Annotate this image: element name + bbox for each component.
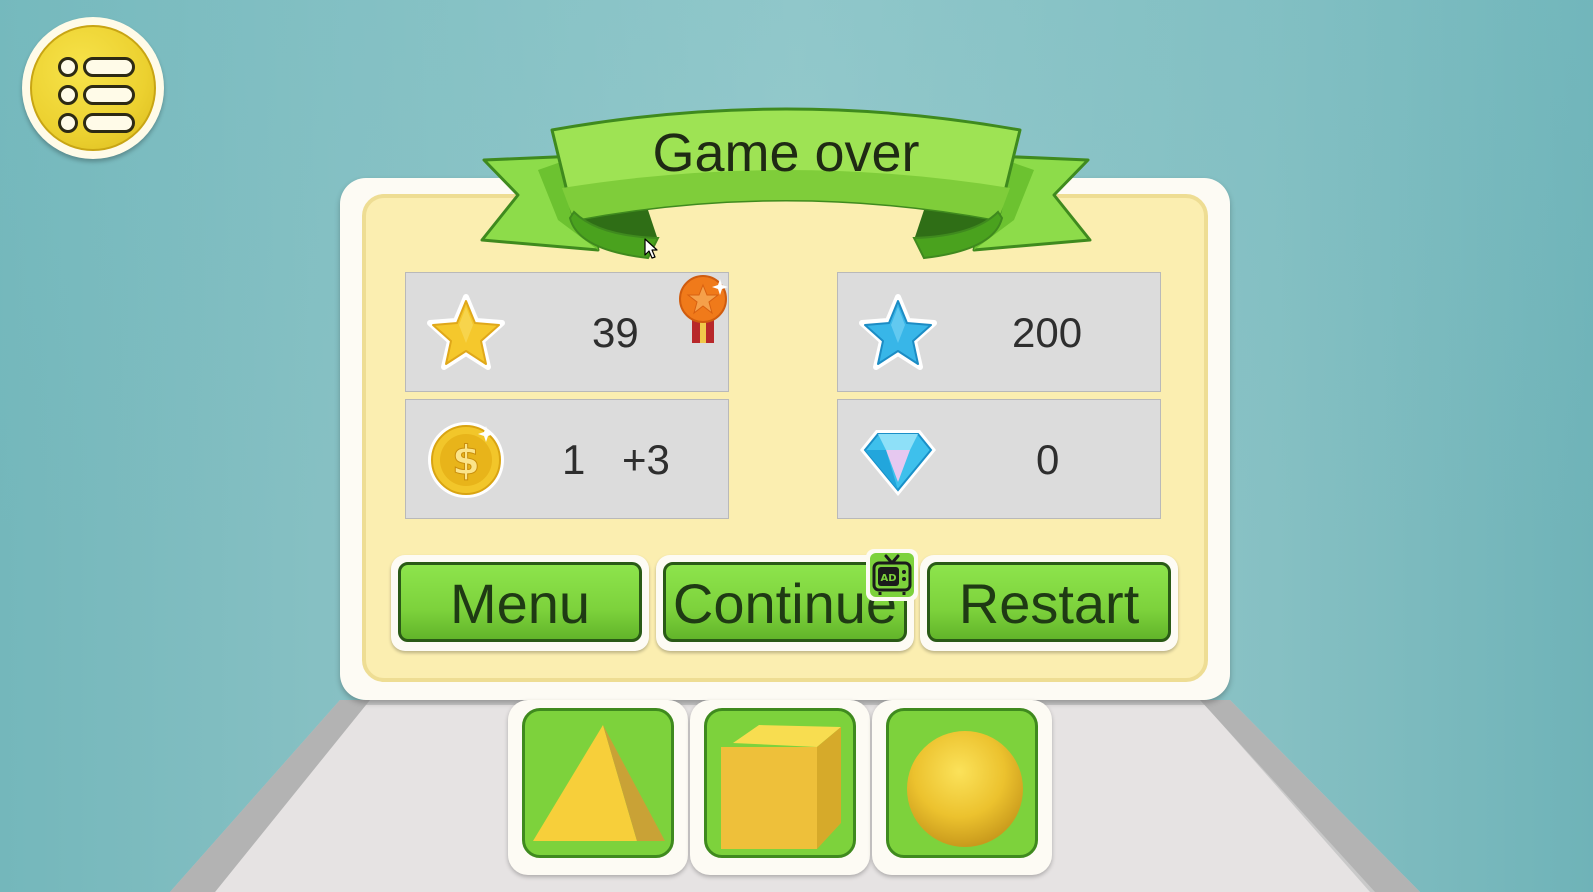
dollar-coin-icon: $ [428,422,504,498]
menu-button[interactable]: Menu [398,562,642,642]
blue-stars-stat-box: 200 [837,272,1161,392]
mouse-cursor-icon [644,238,658,259]
gold-star-icon [427,294,505,370]
coins-value: 1 [562,436,586,483]
gems-value: 0 [1036,436,1060,483]
coins-stat-box: $ 1 +3 [405,399,729,519]
bronze-medal-icon [679,275,728,343]
sphere-shape-button[interactable] [886,708,1038,858]
menu-list-button[interactable] [22,17,164,159]
coins-bonus: +3 [622,436,670,483]
blue-star-icon [859,294,937,370]
shape-slot-cube [690,700,870,875]
restart-button[interactable]: Restart [927,562,1171,642]
gems-stat-box: 0 [837,399,1161,519]
cube-shape-button[interactable] [704,708,856,858]
restart-button-frame: Restart [920,555,1178,651]
pyramid-shape-button[interactable] [522,708,674,858]
ad-badge-text: AD [880,573,896,584]
sphere-icon [907,731,1023,847]
blue-stars-value: 200 [1012,309,1083,356]
diamond-icon [860,430,936,496]
shape-slot-sphere [872,700,1052,875]
pyramid-icon [533,725,665,841]
stars-stat-box: 39 [405,272,729,392]
stars-value: 39 [592,309,639,356]
game-over-title: Game over [652,123,920,183]
shape-slot-pyramid [508,700,688,875]
cube-icon [721,725,841,849]
menu-button-frame: Menu [391,555,649,651]
watch-ad-tv-icon: AD [866,549,918,601]
svg-text:$: $ [452,438,480,484]
list-icon [30,25,156,151]
